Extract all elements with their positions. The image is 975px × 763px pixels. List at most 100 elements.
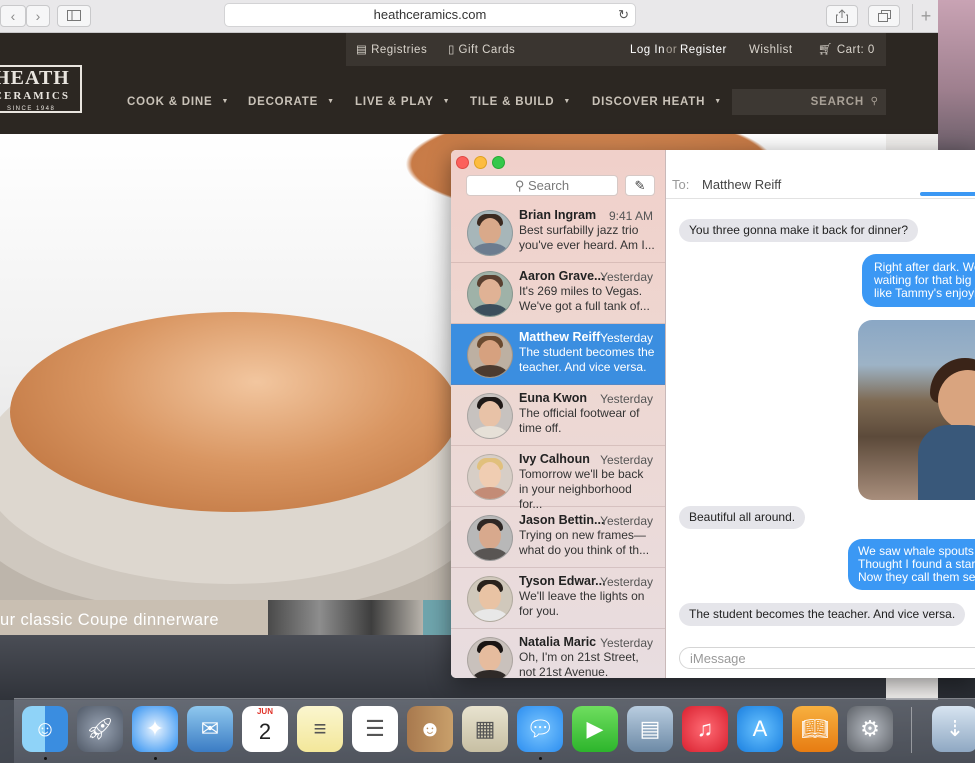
safari-toolbar: ‹ › heathceramics.com ↻ + bbox=[0, 0, 938, 33]
conversation-name: Jason Bettin... bbox=[519, 513, 605, 527]
new-tab-button[interactable]: + bbox=[912, 4, 938, 30]
avatar bbox=[467, 271, 513, 317]
registries-link[interactable]: ▤ Registries bbox=[356, 33, 427, 68]
conversation-preview: It's 269 miles to Vegas. We've got a ful… bbox=[519, 284, 650, 313]
message-bubble[interactable]: The student becomes the teacher. And vic… bbox=[679, 603, 966, 626]
caret-down-icon: ▼ bbox=[442, 98, 451, 105]
address-bar[interactable]: heathceramics.com ↻ bbox=[224, 3, 636, 27]
avatar bbox=[467, 515, 513, 561]
running-indicator bbox=[154, 757, 157, 760]
sidebar-button[interactable] bbox=[57, 5, 91, 27]
calendar-month: JUN bbox=[256, 707, 273, 716]
conversation-time: Yesterday bbox=[600, 575, 653, 589]
music-icon[interactable]: ♫ bbox=[682, 706, 728, 752]
compose-icon: ✎ bbox=[634, 178, 646, 193]
conversation-item[interactable]: Aaron Grave... Yesterday It's 269 miles to… bbox=[451, 263, 665, 324]
conversation-name: Brian Ingram bbox=[519, 208, 597, 222]
conversation-name: Ivy Calhoun bbox=[519, 452, 590, 466]
forward-button[interactable]: › bbox=[26, 5, 50, 27]
nav-decorate[interactable]: DECORATE ▼ bbox=[248, 96, 335, 108]
conversation-time: Yesterday bbox=[600, 392, 653, 406]
url-text: heathceramics.com bbox=[373, 7, 487, 22]
avatar bbox=[467, 210, 513, 256]
chat-pane: To: Matthew Reiff You three gonna make i… bbox=[666, 150, 975, 678]
desktop: ‹ › heathceramics.com ↻ + ▤ Registries ▯… bbox=[0, 0, 975, 763]
running-indicator bbox=[44, 757, 47, 760]
hero-thumbnail[interactable] bbox=[423, 600, 453, 635]
message-bubble[interactable]: You three gonna make it back for dinner? bbox=[679, 219, 919, 242]
register-link[interactable]: Register bbox=[680, 33, 727, 68]
conversation-time: Yesterday bbox=[600, 331, 653, 345]
gift-cards-link[interactable]: ▯ Gift Cards bbox=[448, 33, 515, 68]
conversation-preview: The official footwear of time off. bbox=[519, 406, 640, 435]
message-bubble-partial bbox=[920, 192, 975, 196]
caret-down-icon: ▼ bbox=[327, 98, 335, 105]
avatar bbox=[467, 454, 513, 500]
photos-icon[interactable]: ▤ bbox=[627, 706, 673, 752]
launchpad-icon[interactable]: 🚀︎ bbox=[77, 706, 123, 752]
nav-live-play[interactable]: LIVE & PLAY ▼ bbox=[355, 96, 450, 108]
conversation-item[interactable]: Jason Bettin... Yesterday Trying on new fr… bbox=[451, 507, 665, 568]
conversation-item[interactable]: Brian Ingram 9:41 AM Best surfabilly jazz … bbox=[451, 202, 665, 263]
card-icon: ▯ bbox=[448, 44, 455, 56]
dock: ☺ 🚀︎ ✦ ✉ JUN 2 ≡ ☰ ☻ ▦ 💬︎ ▶ ▤ ♫ A 📖︎ ⚙ ⇣ bbox=[14, 698, 975, 763]
conversation-item[interactable]: Ivy Calhoun Yesterday Tomorrow we'll be ba… bbox=[451, 446, 665, 511]
conversation-item[interactable]: Natalia Maric Yesterday Oh, I'm on 21st St… bbox=[451, 629, 665, 678]
facetime-icon[interactable]: ▶ bbox=[572, 706, 618, 752]
finder-icon[interactable]: ☺ bbox=[22, 706, 68, 752]
conversation-name: Matthew Reiff bbox=[519, 330, 601, 344]
conversation-item[interactable]: Tyson Edwar... Yesterday We'll leave the l… bbox=[451, 568, 665, 629]
or-text: or bbox=[666, 44, 678, 56]
conversation-item[interactable]: Matthew Reiff Yesterday The student become… bbox=[451, 324, 665, 385]
avatar bbox=[467, 332, 513, 378]
avatar bbox=[467, 393, 513, 439]
message-bubble[interactable]: Right after dark. We're waiting for that… bbox=[862, 254, 975, 307]
reminders-icon[interactable]: ☰ bbox=[352, 706, 398, 752]
conversation-time: 9:41 AM bbox=[608, 209, 653, 223]
compose-button[interactable]: ✎ bbox=[625, 175, 655, 196]
hero-thumbnail[interactable] bbox=[268, 600, 423, 635]
messages-icon[interactable]: 💬︎ bbox=[517, 706, 563, 752]
nav-discover-heath[interactable]: DISCOVER HEATH ▼ bbox=[592, 96, 722, 108]
preview-icon[interactable]: ▦ bbox=[462, 706, 508, 752]
site-header: ▤ Registries ▯ Gift Cards Log In or Regi… bbox=[0, 33, 938, 134]
close-icon[interactable] bbox=[456, 156, 469, 169]
notes-icon[interactable]: ≡ bbox=[297, 706, 343, 752]
books-icon[interactable]: 📖︎ bbox=[792, 706, 838, 752]
messages-search-input[interactable]: ⚲ Search bbox=[466, 175, 618, 196]
conversation-sidebar: ⚲ Search ✎ Brian Ingram 9:41 AM Best surfa… bbox=[451, 150, 666, 678]
message-bubble[interactable]: Beautiful all around. bbox=[679, 506, 806, 529]
share-button[interactable] bbox=[826, 5, 858, 27]
recipient-name: Matthew Reiff bbox=[702, 177, 782, 192]
nav-tile-build[interactable]: TILE & BUILD ▼ bbox=[470, 96, 571, 108]
safari-icon[interactable]: ✦ bbox=[132, 706, 178, 752]
imessage-input[interactable]: iMessage bbox=[679, 647, 975, 669]
minimize-icon[interactable] bbox=[474, 156, 487, 169]
conversation-item[interactable]: Euna Kwon Yesterday The official footwear … bbox=[451, 385, 665, 446]
calendar-icon[interactable]: JUN 2 bbox=[242, 706, 288, 752]
downloads-icon[interactable]: ⇣ bbox=[932, 706, 975, 752]
message-photo[interactable] bbox=[858, 320, 975, 500]
chevron-right-icon: › bbox=[35, 8, 41, 24]
contacts-icon[interactable]: ☻ bbox=[407, 706, 453, 752]
cart-link[interactable]: 🛒︎ Cart: 0 bbox=[818, 33, 875, 68]
mail-icon[interactable]: ✉ bbox=[187, 706, 233, 752]
conversation-name: Aaron Grave... bbox=[519, 269, 605, 283]
system-preferences-icon[interactable]: ⚙ bbox=[847, 706, 893, 752]
cart-icon: 🛒︎ bbox=[818, 44, 834, 56]
message-bubble[interactable]: We saw whale spouts a Thought I found a … bbox=[848, 539, 975, 590]
zoom-icon[interactable] bbox=[492, 156, 505, 169]
conversation-preview: Oh, I'm on 21st Street, not 21st Avenue. bbox=[519, 650, 639, 678]
running-indicator bbox=[539, 757, 542, 760]
back-button[interactable]: ‹ bbox=[0, 5, 26, 27]
gift-icon: ▤ bbox=[356, 44, 368, 56]
app-store-icon[interactable]: A bbox=[737, 706, 783, 752]
tabs-button[interactable] bbox=[868, 5, 900, 27]
wishlist-link[interactable]: Wishlist bbox=[749, 33, 793, 68]
nav-cook-dine[interactable]: COOK & DINE ▼ bbox=[127, 96, 229, 108]
conversation-time: Yesterday bbox=[600, 514, 653, 528]
login-link[interactable]: Log In bbox=[630, 33, 665, 68]
reload-icon[interactable]: ↻ bbox=[618, 7, 629, 23]
tabs-icon bbox=[877, 10, 891, 22]
site-search[interactable]: SEARCH ⚲ bbox=[732, 89, 886, 115]
